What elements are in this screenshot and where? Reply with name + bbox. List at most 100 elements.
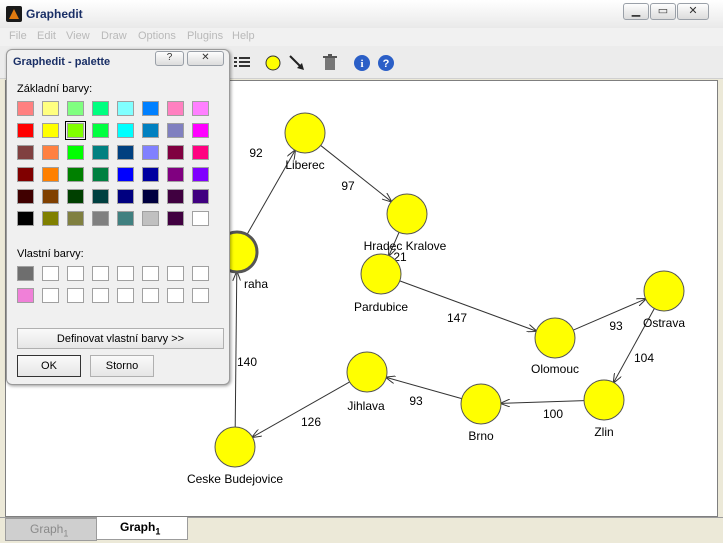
color-swatch[interactable] <box>167 288 184 303</box>
color-swatch[interactable] <box>42 266 59 281</box>
color-swatch[interactable] <box>17 167 34 182</box>
color-swatch[interactable] <box>92 211 109 226</box>
color-swatch[interactable] <box>117 123 134 138</box>
delete-button[interactable] <box>321 54 339 72</box>
color-swatch[interactable] <box>192 145 209 160</box>
color-swatch[interactable] <box>117 266 134 281</box>
color-swatch[interactable] <box>117 167 134 182</box>
ok-button[interactable]: OK <box>17 355 81 377</box>
palette-help-button[interactable]: ? <box>155 51 184 66</box>
color-swatch[interactable] <box>167 145 184 160</box>
color-swatch[interactable] <box>92 145 109 160</box>
color-swatch[interactable] <box>167 189 184 204</box>
color-swatch[interactable] <box>92 167 109 182</box>
edge-brno-jihlava[interactable] <box>386 377 462 400</box>
color-swatch[interactable] <box>67 266 84 281</box>
color-swatch[interactable] <box>67 288 84 303</box>
color-swatch[interactable] <box>142 145 159 160</box>
color-swatch[interactable] <box>17 211 34 226</box>
define-custom-colors-button[interactable]: Definovat vlastní barvy >> <box>17 328 224 349</box>
maximize-button[interactable]: ▭ <box>650 3 676 20</box>
color-swatch[interactable] <box>42 211 59 226</box>
edge-pardubice-olomouc[interactable] <box>399 280 536 331</box>
color-swatch[interactable] <box>142 288 159 303</box>
color-swatch[interactable] <box>92 266 109 281</box>
color-swatch[interactable] <box>192 101 209 116</box>
color-swatch[interactable] <box>65 121 86 140</box>
color-swatch[interactable] <box>42 145 59 160</box>
menu-view[interactable]: View <box>66 30 90 42</box>
color-swatch[interactable] <box>117 288 134 303</box>
color-swatch[interactable] <box>142 211 159 226</box>
color-swatch[interactable] <box>167 167 184 182</box>
menu-help[interactable]: Help <box>232 30 255 42</box>
color-swatch[interactable] <box>117 101 134 116</box>
menu-options[interactable]: Options <box>138 30 176 42</box>
color-swatch[interactable] <box>92 123 109 138</box>
color-swatch[interactable] <box>142 266 159 281</box>
color-swatch[interactable] <box>67 167 84 182</box>
close-button[interactable]: ✕ <box>677 3 709 20</box>
color-swatch[interactable] <box>192 266 209 281</box>
node-ostrava[interactable] <box>643 270 685 312</box>
color-swatch[interactable] <box>17 266 34 281</box>
columns-button[interactable] <box>233 54 251 72</box>
color-swatch[interactable] <box>67 145 84 160</box>
cancel-button[interactable]: Storno <box>90 355 154 377</box>
color-swatch[interactable] <box>17 101 34 116</box>
minimize-button[interactable]: ▁ <box>623 3 649 20</box>
color-swatch[interactable] <box>192 288 209 303</box>
color-swatch[interactable] <box>167 266 184 281</box>
color-swatch[interactable] <box>117 211 134 226</box>
color-swatch[interactable] <box>67 189 84 204</box>
menu-plugins[interactable]: Plugins <box>187 30 223 42</box>
tab-graph-2[interactable]: Graph1 <box>96 517 188 540</box>
color-swatch[interactable] <box>42 123 59 138</box>
color-swatch[interactable] <box>192 167 209 182</box>
color-swatch[interactable] <box>42 288 59 303</box>
color-swatch[interactable] <box>192 189 209 204</box>
node-olomouc[interactable] <box>534 317 576 359</box>
edge-cb-praha[interactable] <box>235 272 237 428</box>
color-swatch[interactable] <box>92 189 109 204</box>
node-hradec[interactable] <box>386 193 428 235</box>
color-swatch[interactable] <box>42 101 59 116</box>
color-swatch[interactable] <box>92 101 109 116</box>
color-swatch[interactable] <box>42 167 59 182</box>
node-liberec[interactable] <box>284 112 326 154</box>
node-cb[interactable] <box>214 426 256 468</box>
arrow-tool-button[interactable] <box>288 54 306 72</box>
node-tool-button[interactable] <box>264 54 282 72</box>
color-swatch[interactable] <box>142 167 159 182</box>
color-swatch[interactable] <box>67 211 84 226</box>
color-swatch[interactable] <box>17 288 34 303</box>
help-button[interactable]: ? <box>377 54 395 72</box>
color-swatch[interactable] <box>17 189 34 204</box>
node-pardubice[interactable] <box>360 253 402 295</box>
color-swatch[interactable] <box>67 101 84 116</box>
color-swatch[interactable] <box>17 145 34 160</box>
menu-edit[interactable]: Edit <box>37 30 56 42</box>
edge-zlin-brno[interactable] <box>501 401 585 404</box>
color-swatch[interactable] <box>42 189 59 204</box>
color-swatch[interactable] <box>142 101 159 116</box>
node-zlin[interactable] <box>583 379 625 421</box>
color-swatch[interactable] <box>167 101 184 116</box>
color-swatch[interactable] <box>192 123 209 138</box>
color-swatch[interactable] <box>117 189 134 204</box>
color-swatch[interactable] <box>92 288 109 303</box>
node-jihlava[interactable] <box>346 351 388 393</box>
color-swatch[interactable] <box>192 211 209 226</box>
info-button[interactable]: i <box>353 54 371 72</box>
palette-close-button[interactable]: ✕ <box>187 51 224 66</box>
tab-graph-1[interactable]: Graph1 <box>5 518 97 541</box>
color-swatch[interactable] <box>117 145 134 160</box>
node-brno[interactable] <box>460 383 502 425</box>
color-swatch[interactable] <box>142 123 159 138</box>
menu-file[interactable]: File <box>9 30 27 42</box>
edge-liberec-hradec[interactable] <box>320 145 392 201</box>
color-swatch[interactable] <box>142 189 159 204</box>
color-swatch[interactable] <box>167 211 184 226</box>
color-swatch[interactable] <box>167 123 184 138</box>
color-swatch[interactable] <box>17 123 34 138</box>
